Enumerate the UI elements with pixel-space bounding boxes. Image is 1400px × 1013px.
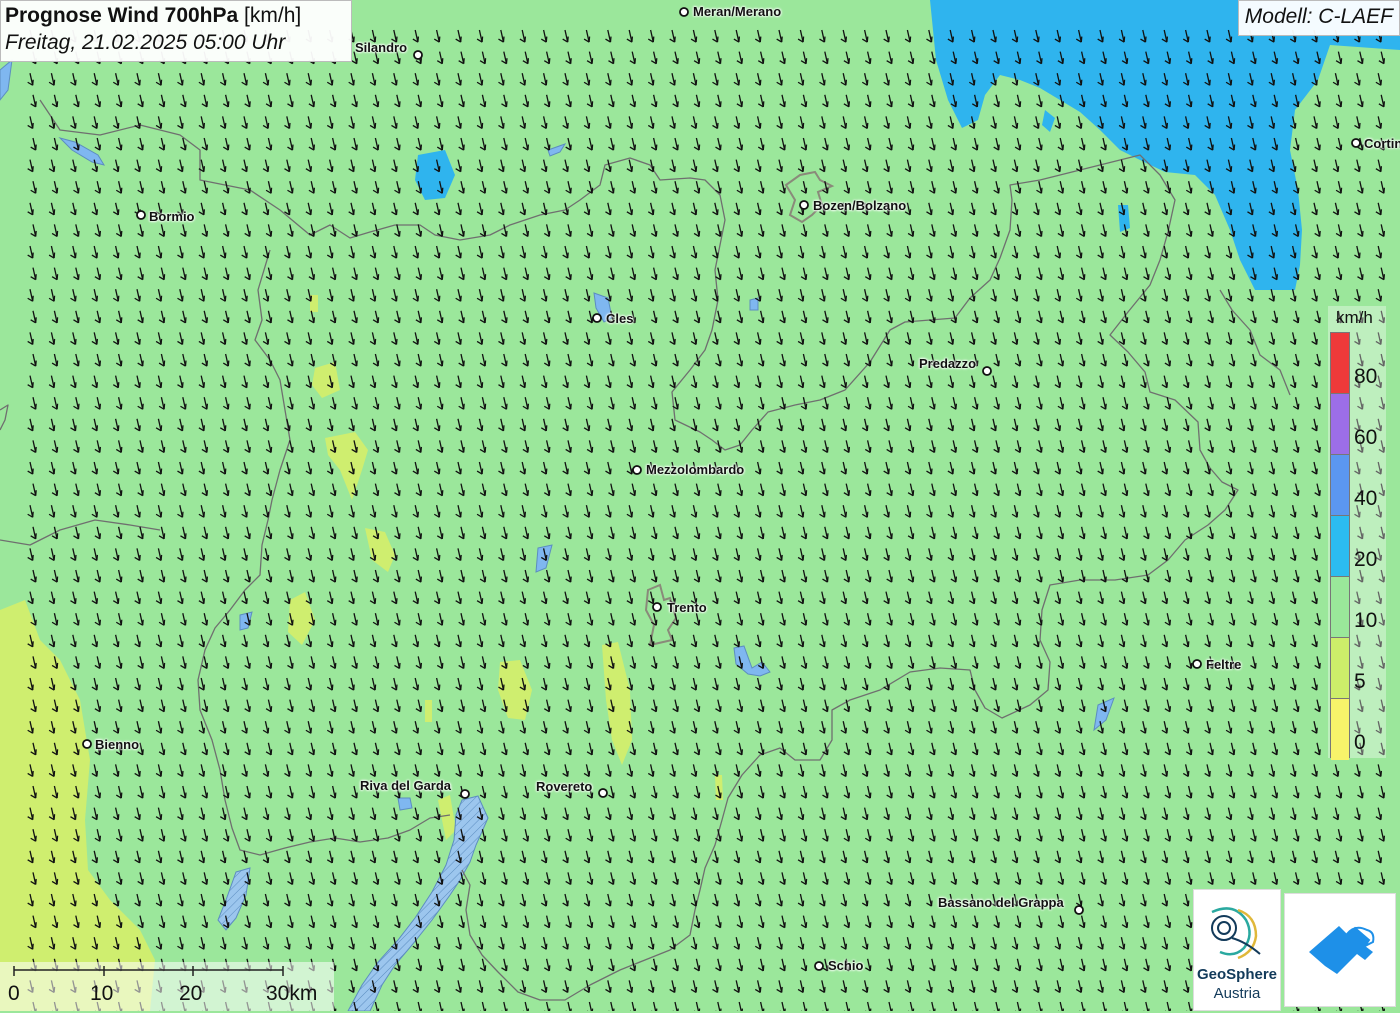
wind-field-20-40-patch [1118, 205, 1130, 232]
wind-map[interactable] [0, 0, 1400, 1011]
lake [397, 797, 413, 811]
wind-field-5-10-patch [715, 775, 723, 800]
wind-field-5-10-patch [425, 700, 432, 722]
